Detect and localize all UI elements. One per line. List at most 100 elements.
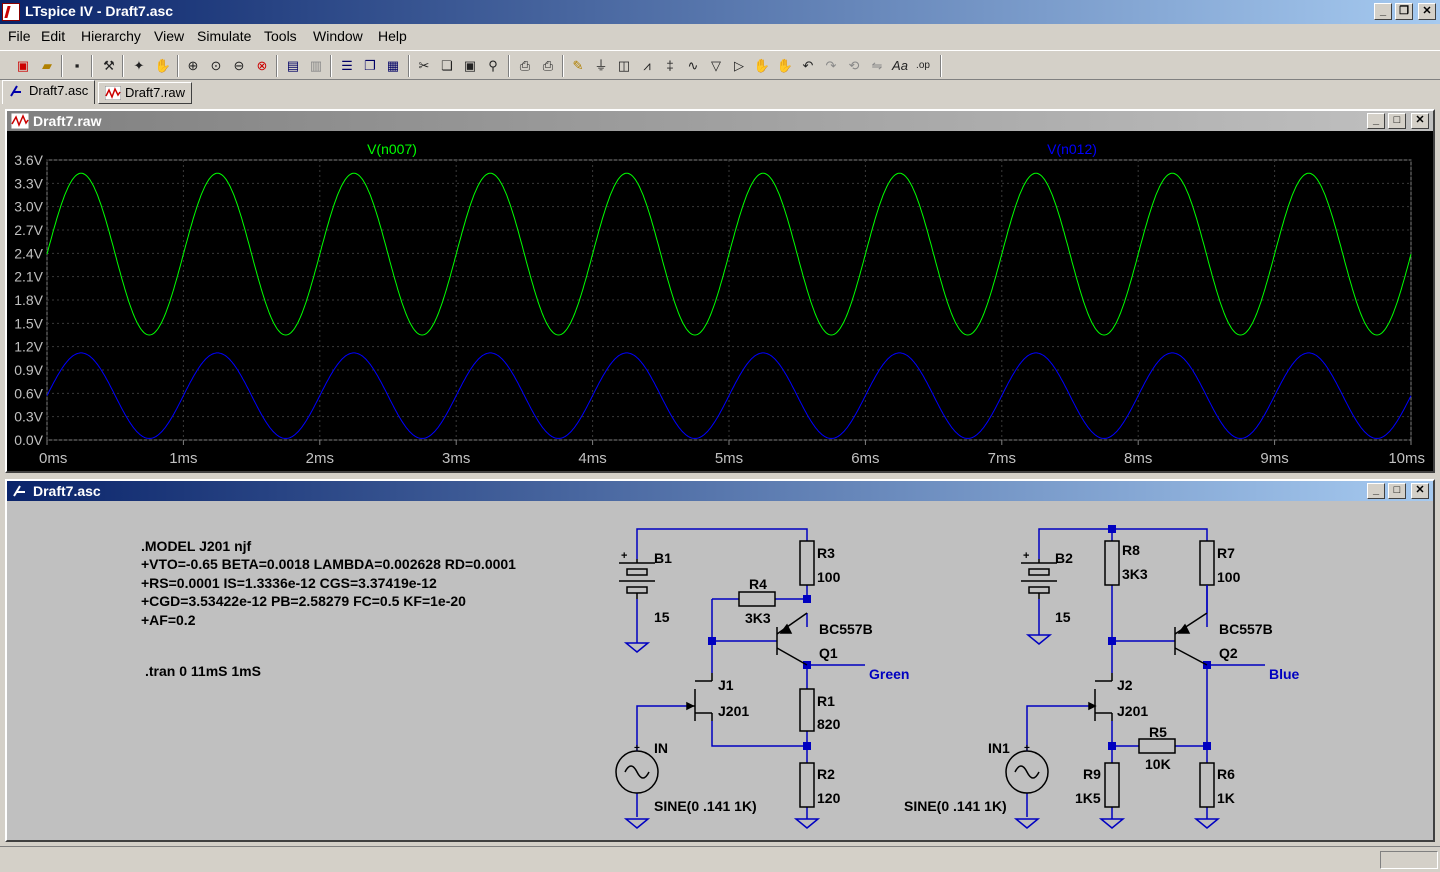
spice-directive-icon[interactable]: .op [912, 55, 934, 77]
toolbar-separator [177, 55, 179, 77]
text-icon[interactable]: Aa [889, 55, 911, 77]
net-label-green[interactable]: Green [869, 666, 909, 682]
x-tick-label: 0ms [39, 450, 67, 467]
waveform-plot[interactable]: 3.6V 3.3V 3.0V 2.7V 2.4V 2.1V 1.8V 1.5V 1.2V 0.9V… [7, 131, 1433, 471]
resistor-r3[interactable] [799, 540, 815, 586]
y-tick-label: 3.0V [14, 199, 43, 215]
directive-line: +VTO=-0.65 BETA=0.0018 LAMBDA=0.002628 R… [141, 556, 516, 572]
capacitor-icon[interactable]: ‡ [659, 55, 681, 77]
zoom-out-icon[interactable]: ⊙ [205, 55, 227, 77]
close-button[interactable]: ✕ [1411, 113, 1429, 129]
model-directive[interactable]: .MODEL J201 njf +VTO=-0.65 BETA=0.0018 L… [141, 538, 516, 628]
minimize-button[interactable]: _ [1367, 483, 1385, 499]
open-icon[interactable]: ▰ [36, 55, 58, 77]
status-cell [1380, 851, 1438, 869]
wire-icon[interactable]: ✎ [567, 55, 589, 77]
resistor-r4[interactable] [738, 591, 776, 607]
toolbar-separator [330, 55, 332, 77]
jfet-j1[interactable] [686, 673, 713, 721]
run-icon[interactable]: ✦ [128, 55, 150, 77]
menu-edit[interactable]: Edit [41, 28, 65, 44]
waveform-window: Draft7.raw _ □ ✕ 3.6V 3.3V 3.0V 2.7V 2.4V 2.1… [5, 109, 1435, 473]
minimize-button[interactable]: _ [1374, 3, 1392, 20]
resistor-r1[interactable] [799, 688, 815, 732]
component-icon[interactable]: ▷ [728, 55, 750, 77]
maximize-button[interactable]: □ [1388, 483, 1406, 499]
r8-label: R8 [1122, 542, 1140, 558]
menu-simulate[interactable]: Simulate [197, 28, 251, 44]
save-icon[interactable]: ▪ [66, 55, 88, 77]
trace-label-green[interactable]: V(n007) [367, 141, 417, 157]
y-tick-label: 3.6V [14, 152, 43, 168]
menu-help[interactable]: Help [378, 28, 407, 44]
copy-icon[interactable]: ❏ [436, 55, 458, 77]
resistor-r7[interactable] [1199, 540, 1215, 586]
label-net-icon[interactable]: ◫ [613, 55, 635, 77]
x-tick-label: 1ms [169, 450, 197, 467]
tile-horizontal-icon[interactable]: ☰ [336, 55, 358, 77]
document-tabs: Draft7.asc Draft7.raw [0, 80, 1440, 106]
zoom-in-icon[interactable]: ⊕ [182, 55, 204, 77]
sine-source-in1[interactable]: + [1005, 743, 1049, 794]
move-icon[interactable]: ✋ [751, 55, 773, 77]
autorange-icon[interactable]: ▤ [282, 55, 304, 77]
cut-icon[interactable]: ✂ [413, 55, 435, 77]
maximize-button[interactable]: □ [1388, 113, 1406, 129]
r7-value: 100 [1217, 569, 1241, 585]
resistor-r6[interactable] [1199, 762, 1215, 808]
restore-button[interactable]: ❐ [1395, 3, 1413, 20]
close-button[interactable]: ✕ [1418, 3, 1436, 20]
menu-hierarchy[interactable]: Hierarchy [81, 28, 141, 44]
ground-icon[interactable]: ⏚ [590, 55, 612, 77]
y-tick-label: 2.4V [14, 245, 43, 261]
transistor-q1[interactable] [776, 612, 808, 666]
resistor-icon[interactable]: ⩘ [636, 55, 658, 77]
resistor-r2[interactable] [799, 762, 815, 808]
resistor-r5[interactable] [1138, 738, 1176, 754]
schematic-canvas[interactable]: .MODEL J201 njf +VTO=-0.65 BETA=0.0018 L… [7, 501, 1433, 840]
minimize-button[interactable]: _ [1367, 113, 1385, 129]
tab-draft7-raw[interactable]: Draft7.raw [98, 82, 192, 104]
control-panel-icon[interactable]: ⚒ [98, 55, 120, 77]
menu-tools[interactable]: Tools [264, 28, 297, 44]
r2-value: 120 [817, 790, 841, 806]
toolbar-separator [122, 55, 124, 77]
sine-source-in[interactable]: + [615, 743, 659, 794]
j1-label: J1 [718, 677, 734, 693]
net-label-blue[interactable]: Blue [1269, 666, 1300, 682]
find-icon[interactable]: ⚲ [482, 55, 504, 77]
menu-file[interactable]: File [8, 28, 31, 44]
tile-vertical-icon[interactable]: ▦ [382, 55, 404, 77]
transistor-q2[interactable] [1174, 612, 1208, 666]
print-icon[interactable]: ⎙ [514, 55, 536, 77]
menu-window[interactable]: Window [313, 28, 363, 44]
menu-view[interactable]: View [154, 28, 184, 44]
halt-icon[interactable]: ✋ [152, 55, 174, 77]
tran-directive[interactable]: .tran 0 11mS 1mS [145, 663, 261, 679]
undo-icon[interactable]: ↶ [797, 55, 819, 77]
zoom-cancel-icon[interactable]: ⊗ [251, 55, 273, 77]
resistor-r9[interactable] [1104, 762, 1120, 808]
tab-draft7-asc[interactable]: Draft7.asc [2, 80, 96, 104]
close-button[interactable]: ✕ [1411, 483, 1429, 499]
trace-label-blue[interactable]: V(n012) [1047, 141, 1097, 157]
mirror-icon[interactable]: ⇋ [866, 55, 888, 77]
b1-label: B1 [654, 550, 672, 566]
r5-value: 10K [1145, 756, 1171, 772]
redo-icon[interactable]: ↷ [820, 55, 842, 77]
new-schematic-icon[interactable]: ▣ [12, 55, 34, 77]
fft-icon[interactable]: ▥ [305, 55, 327, 77]
diode-icon[interactable]: ▽ [705, 55, 727, 77]
r6-value: 1K [1217, 790, 1235, 806]
waveform-icon [11, 113, 29, 129]
cascade-icon[interactable]: ❐ [359, 55, 381, 77]
x-tick-label: 9ms [1260, 450, 1288, 467]
jfet-j2[interactable] [1088, 673, 1113, 721]
zoom-fit-icon[interactable]: ⊖ [228, 55, 250, 77]
drag-icon[interactable]: ✋ [774, 55, 796, 77]
print-setup-icon[interactable]: ⎙ [537, 55, 559, 77]
resistor-r8[interactable] [1104, 540, 1120, 586]
inductor-icon[interactable]: ∿ [682, 55, 704, 77]
rotate-icon[interactable]: ⟲ [843, 55, 865, 77]
paste-icon[interactable]: ▣ [459, 55, 481, 77]
